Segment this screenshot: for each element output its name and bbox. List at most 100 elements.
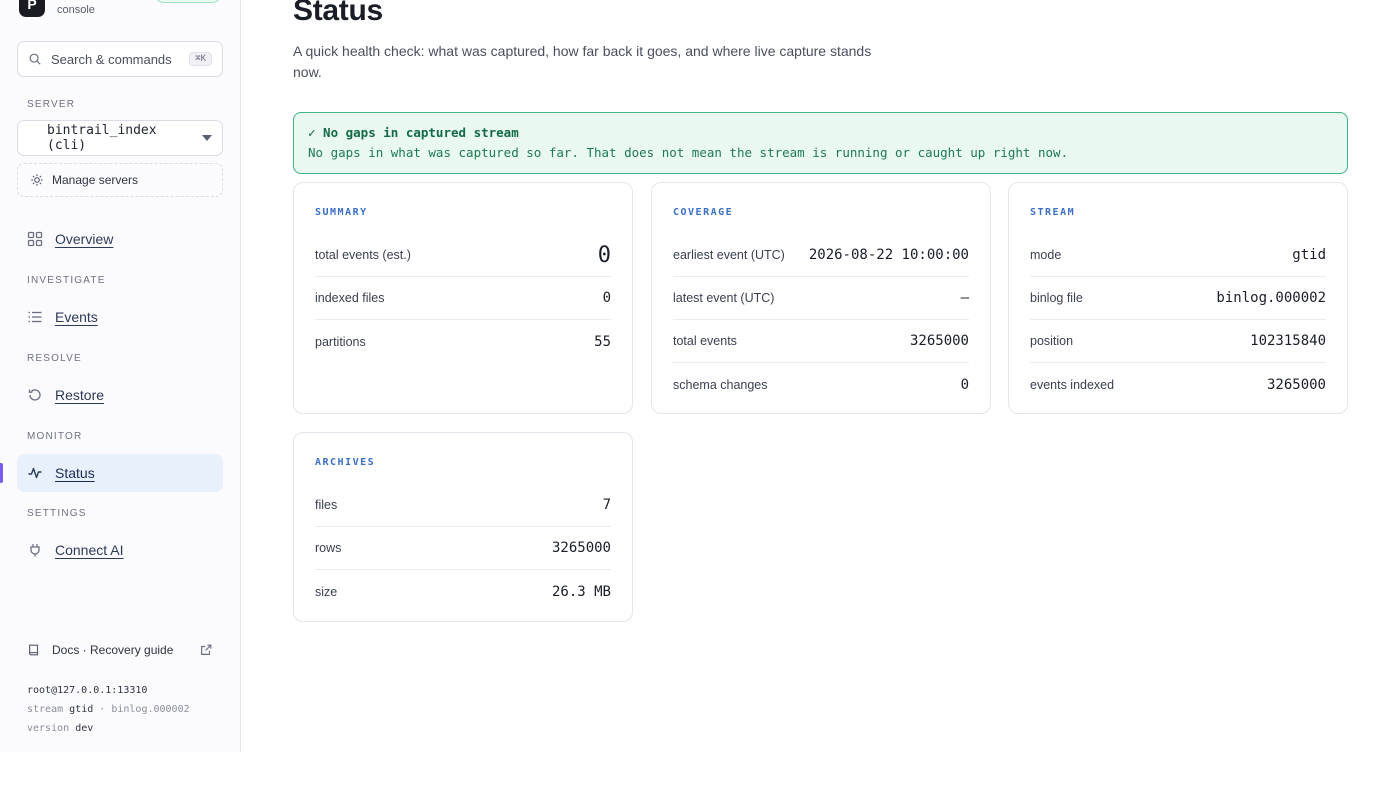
manage-servers-label: Manage servers (52, 173, 139, 187)
card-title: SUMMARY (315, 207, 368, 218)
row-value: 55 (594, 333, 611, 350)
nav-item-restore[interactable]: Restore (17, 376, 223, 414)
row-label: size (315, 584, 338, 599)
row-label: files (315, 498, 338, 512)
coverage-card: COVERAGE earliest event (UTC) 2026-08-22… (651, 182, 991, 414)
table-row: indexed files 0 (315, 277, 611, 320)
table-row: earliest event (UTC) 2026-08-22 10:00:00 (673, 234, 969, 277)
manage-servers-button[interactable]: Manage servers (17, 163, 223, 197)
banner-message: No gaps in what was captured so far. Tha… (308, 145, 1069, 160)
card-title: COVERAGE (673, 207, 734, 218)
row-value: 26.3 MB (551, 583, 611, 600)
nav-item-events[interactable]: Events (17, 298, 223, 336)
list-icon (28, 311, 42, 323)
nav-item-status[interactable]: Status (17, 454, 223, 492)
banner-title: ✓ No gaps in captured stream (308, 125, 519, 140)
nav-item-connect-ai[interactable]: Connect AI (17, 531, 223, 569)
row-label: indexed files (315, 291, 385, 305)
row-value: 0 (602, 290, 611, 306)
page-description: A quick health check: what was captured,… (293, 43, 872, 80)
table-row: total events 3265000 (673, 320, 969, 363)
table-row: schema changes 0 (673, 363, 969, 406)
row-value: 0 (960, 376, 969, 393)
table-row: events indexed 3265000 (1030, 363, 1326, 406)
stream-card: STREAM mode gtid binlog file binlog.0000… (1008, 182, 1348, 414)
external-link-icon (201, 644, 212, 655)
book-icon (29, 644, 39, 656)
app-logo[interactable]: P (19, 0, 45, 17)
row-label: latest event (UTC) (673, 291, 775, 305)
page-title: Status (293, 0, 383, 27)
nav-label-restore: Restore (55, 387, 105, 403)
version-value: dev (75, 723, 94, 734)
connection-string: root@127.0.0.1:13310 (27, 685, 148, 696)
card-title: STREAM (1030, 207, 1076, 218)
row-value: 3265000 (909, 333, 969, 349)
connection-info: root@127.0.0.1:13310 stream gtid · binlo… (27, 681, 190, 738)
row-label: mode (1030, 248, 1062, 262)
section-investigate: INVESTIGATE (27, 275, 106, 286)
row-label: partitions (315, 334, 366, 349)
table-row: size 26.3 MB (315, 570, 611, 613)
row-label: total events (673, 334, 737, 348)
row-value: — (960, 290, 969, 306)
version-info: version dev (27, 719, 190, 738)
table-row: rows 3265000 (315, 527, 611, 570)
grid-icon (27, 231, 43, 247)
nav-label-overview: Overview (55, 231, 114, 247)
search-commands-button[interactable]: Search & commands ⌘K (17, 41, 223, 77)
nav-label-events: Events (55, 309, 98, 325)
section-monitor: MONITOR (27, 431, 83, 442)
gear-icon (31, 174, 43, 186)
table-row: partitions 55 (315, 320, 611, 363)
health-banner: ✓ No gaps in captured stream No gaps in … (293, 112, 1348, 174)
table-row: mode gtid (1030, 234, 1326, 277)
row-label: binlog file (1030, 291, 1083, 305)
table-row: position 102315840 (1030, 320, 1326, 363)
binlog-name: binlog.000002 (111, 704, 190, 715)
table-row: binlog file binlog.000002 (1030, 277, 1326, 320)
server-select[interactable]: bintrail_index (cli) (17, 120, 223, 156)
stream-info: stream gtid · binlog.000002 (27, 700, 190, 719)
restore-icon (28, 389, 41, 401)
table-row: total events (est.) 0 (315, 234, 611, 277)
section-server: SERVER (27, 99, 76, 110)
sidebar: P console Search & commands ⌘K SERVER bi… (0, 0, 241, 752)
row-value: 2026-08-22 10:00:00 (808, 247, 969, 263)
chevron-down-icon (202, 135, 212, 141)
row-value: binlog.000002 (1216, 290, 1326, 306)
search-icon (29, 53, 41, 65)
search-label: Search & commands (51, 51, 172, 67)
separator: · (99, 704, 106, 715)
row-value: 7 (602, 497, 611, 513)
search-shortcut: ⌘K (189, 52, 212, 66)
table-row: latest event (UTC) — (673, 277, 969, 320)
app-subtitle: console (57, 4, 95, 16)
row-value: 0 (597, 242, 611, 268)
nav-label-status: Status (55, 465, 95, 481)
server-selected-value: bintrail_index (cli) (47, 123, 157, 153)
card-title: ARCHIVES (315, 457, 376, 468)
section-settings: SETTINGS (27, 508, 87, 519)
row-label: total events (est.) (315, 248, 411, 262)
row-label: earliest event (UTC) (673, 248, 785, 262)
version-label: version (27, 723, 70, 734)
row-value: 3265000 (551, 540, 611, 556)
row-value: 102315840 (1250, 333, 1326, 349)
docs-label: Docs · Recovery guide (52, 643, 174, 657)
row-label: rows (315, 541, 342, 555)
summary-card: SUMMARY total events (est.) 0 indexed fi… (293, 182, 633, 414)
row-value: gtid (1292, 247, 1326, 263)
status-pill[interactable] (154, 0, 222, 3)
activity-icon (28, 467, 42, 479)
stream-label: stream (27, 704, 64, 715)
table-row: files 7 (315, 484, 611, 527)
docs-link[interactable]: Docs · Recovery guide (27, 643, 213, 657)
nav-item-overview[interactable]: Overview (17, 220, 223, 258)
archives-card: ARCHIVES files 7 rows 3265000 size 26.3 … (293, 432, 633, 622)
active-indicator (0, 463, 3, 483)
row-label: schema changes (673, 377, 768, 392)
nav-label-connect-ai: Connect AI (55, 542, 124, 558)
row-label: events indexed (1030, 377, 1115, 392)
stream-mode: gtid (69, 704, 94, 715)
